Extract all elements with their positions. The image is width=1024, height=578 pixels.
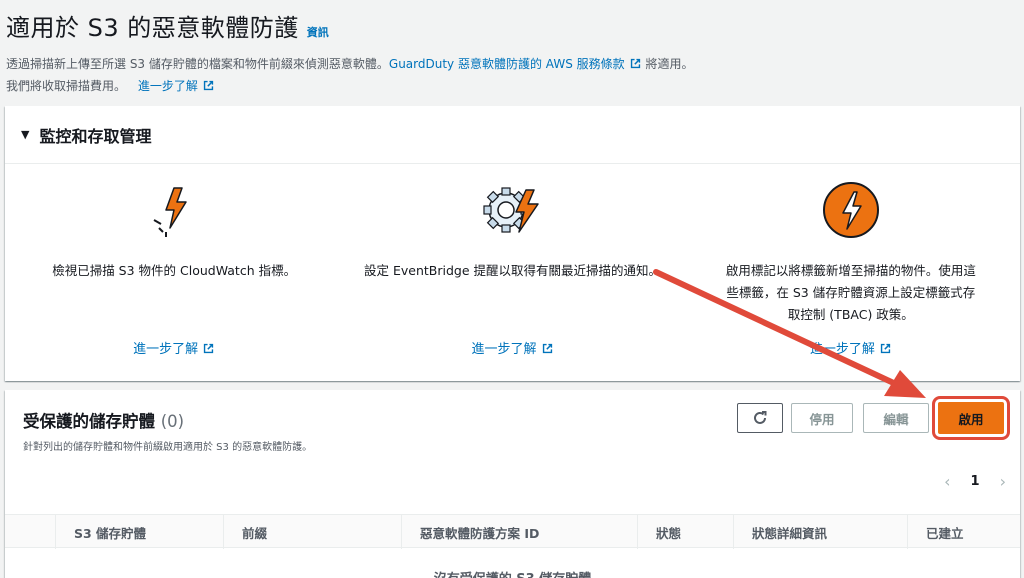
edit-button[interactable]: 編輯 <box>863 403 929 433</box>
tagging-card: 啟用標記以將標籤新增至掃描的物件。使用這些標籤，在 S3 儲存貯體資源上設定標籤… <box>682 164 1020 380</box>
external-link-icon <box>203 80 214 91</box>
enable-button[interactable]: 啟用 <box>932 396 1010 440</box>
previous-page-icon[interactable]: ‹ <box>944 472 950 491</box>
pricing-text: 我們將收取掃描費用。 <box>6 79 127 93</box>
protected-buckets-title: 受保護的儲存貯體 (0) <box>23 412 185 431</box>
monitoring-panel-header[interactable]: ▼ 監控和存取管理 <box>5 106 1020 164</box>
monitoring-panel: ▼ 監控和存取管理 檢視已掃描 S3 物件的 CloudWatch 指標。 進一… <box>5 106 1020 381</box>
page-header: 適用於 S3 的惡意軟體防護 資訊 透過掃描新上傳至所選 S3 儲存貯體的檔案和… <box>6 8 1024 99</box>
description-text: 透過掃描新上傳至所選 S3 儲存貯體的檔案和物件前綴來偵測惡意軟體。 <box>6 57 389 71</box>
cloudwatch-learn-more-link[interactable]: 進一步了解 <box>5 338 343 357</box>
refresh-button[interactable] <box>737 403 783 433</box>
external-link-icon <box>204 343 214 354</box>
external-link-icon <box>880 343 890 354</box>
description-end: 將適用。 <box>645 57 694 71</box>
next-page-icon[interactable]: › <box>1000 472 1006 491</box>
eventbridge-card-text: 設定 EventBridge 提醒以取得有關最近掃描的通知。 <box>363 263 661 278</box>
cloudwatch-card: 檢視已掃描 S3 物件的 CloudWatch 指標。 進一步了解 <box>5 164 343 380</box>
external-link-icon <box>630 58 640 69</box>
eventbridge-learn-more-link[interactable]: 進一步了解 <box>343 338 681 357</box>
refresh-icon <box>754 411 767 424</box>
column-header-plan-id[interactable]: 惡意軟體防護方案 ID <box>401 515 637 549</box>
column-header-bucket[interactable]: S3 儲存貯體 <box>55 515 223 549</box>
table-header: S3 儲存貯體 前綴 惡意軟體防護方案 ID 狀態 狀態詳細資訊 已建立 <box>5 514 1020 549</box>
current-page[interactable]: 1 <box>971 474 980 489</box>
column-header-prefix[interactable]: 前綴 <box>223 515 401 549</box>
terms-link[interactable]: GuardDuty 惡意軟體防護的 AWS 服務條款 <box>389 57 642 71</box>
page-description: 透過掃描新上傳至所選 S3 儲存貯體的檔案和物件前綴來偵測惡意軟體。GuardD… <box>6 51 1024 99</box>
tagging-card-text: 啟用標記以將標籤新增至掃描的物件。使用這些標籤，在 S3 儲存貯體資源上設定標籤… <box>725 263 976 322</box>
monitoring-panel-title: 監控和存取管理 <box>39 126 152 146</box>
bucket-count: (0) <box>160 412 185 431</box>
learn-more-link[interactable]: 進一步了解 <box>138 79 215 93</box>
column-header-created[interactable]: 已建立 <box>907 515 1020 549</box>
tagging-learn-more-link[interactable]: 進一步了解 <box>682 338 1020 357</box>
protected-buckets-description: 針對列出的儲存貯體和物件前綴啟用適用於 S3 的惡意軟體防護。 <box>23 442 313 453</box>
column-header-status[interactable]: 狀態 <box>637 515 733 549</box>
empty-state-text: 沒有受保護的 S3 儲存貯體 <box>5 568 1020 578</box>
protected-buckets-panel: 受保護的儲存貯體 (0) 針對列出的儲存貯體和物件前綴啟用適用於 S3 的惡意軟… <box>5 390 1020 578</box>
gear-lightning-icon <box>483 187 540 233</box>
column-header-status-details[interactable]: 狀態詳細資訊 <box>733 515 907 549</box>
page-title: 適用於 S3 的惡意軟體防護 <box>6 14 299 42</box>
disable-button[interactable]: 停用 <box>791 403 853 433</box>
lightning-circle-icon <box>822 182 879 238</box>
eventbridge-card: 設定 EventBridge 提醒以取得有關最近掃描的通知。 進一步了解 <box>343 164 681 380</box>
external-link-icon <box>542 343 552 354</box>
info-link[interactable]: 資訊 <box>307 24 329 40</box>
caret-down-icon[interactable]: ▼ <box>21 128 29 141</box>
pagination: ‹ 1 › <box>944 472 1006 491</box>
lightning-alert-icon <box>153 187 187 237</box>
cloudwatch-card-text: 檢視已掃描 S3 物件的 CloudWatch 指標。 <box>52 263 297 278</box>
